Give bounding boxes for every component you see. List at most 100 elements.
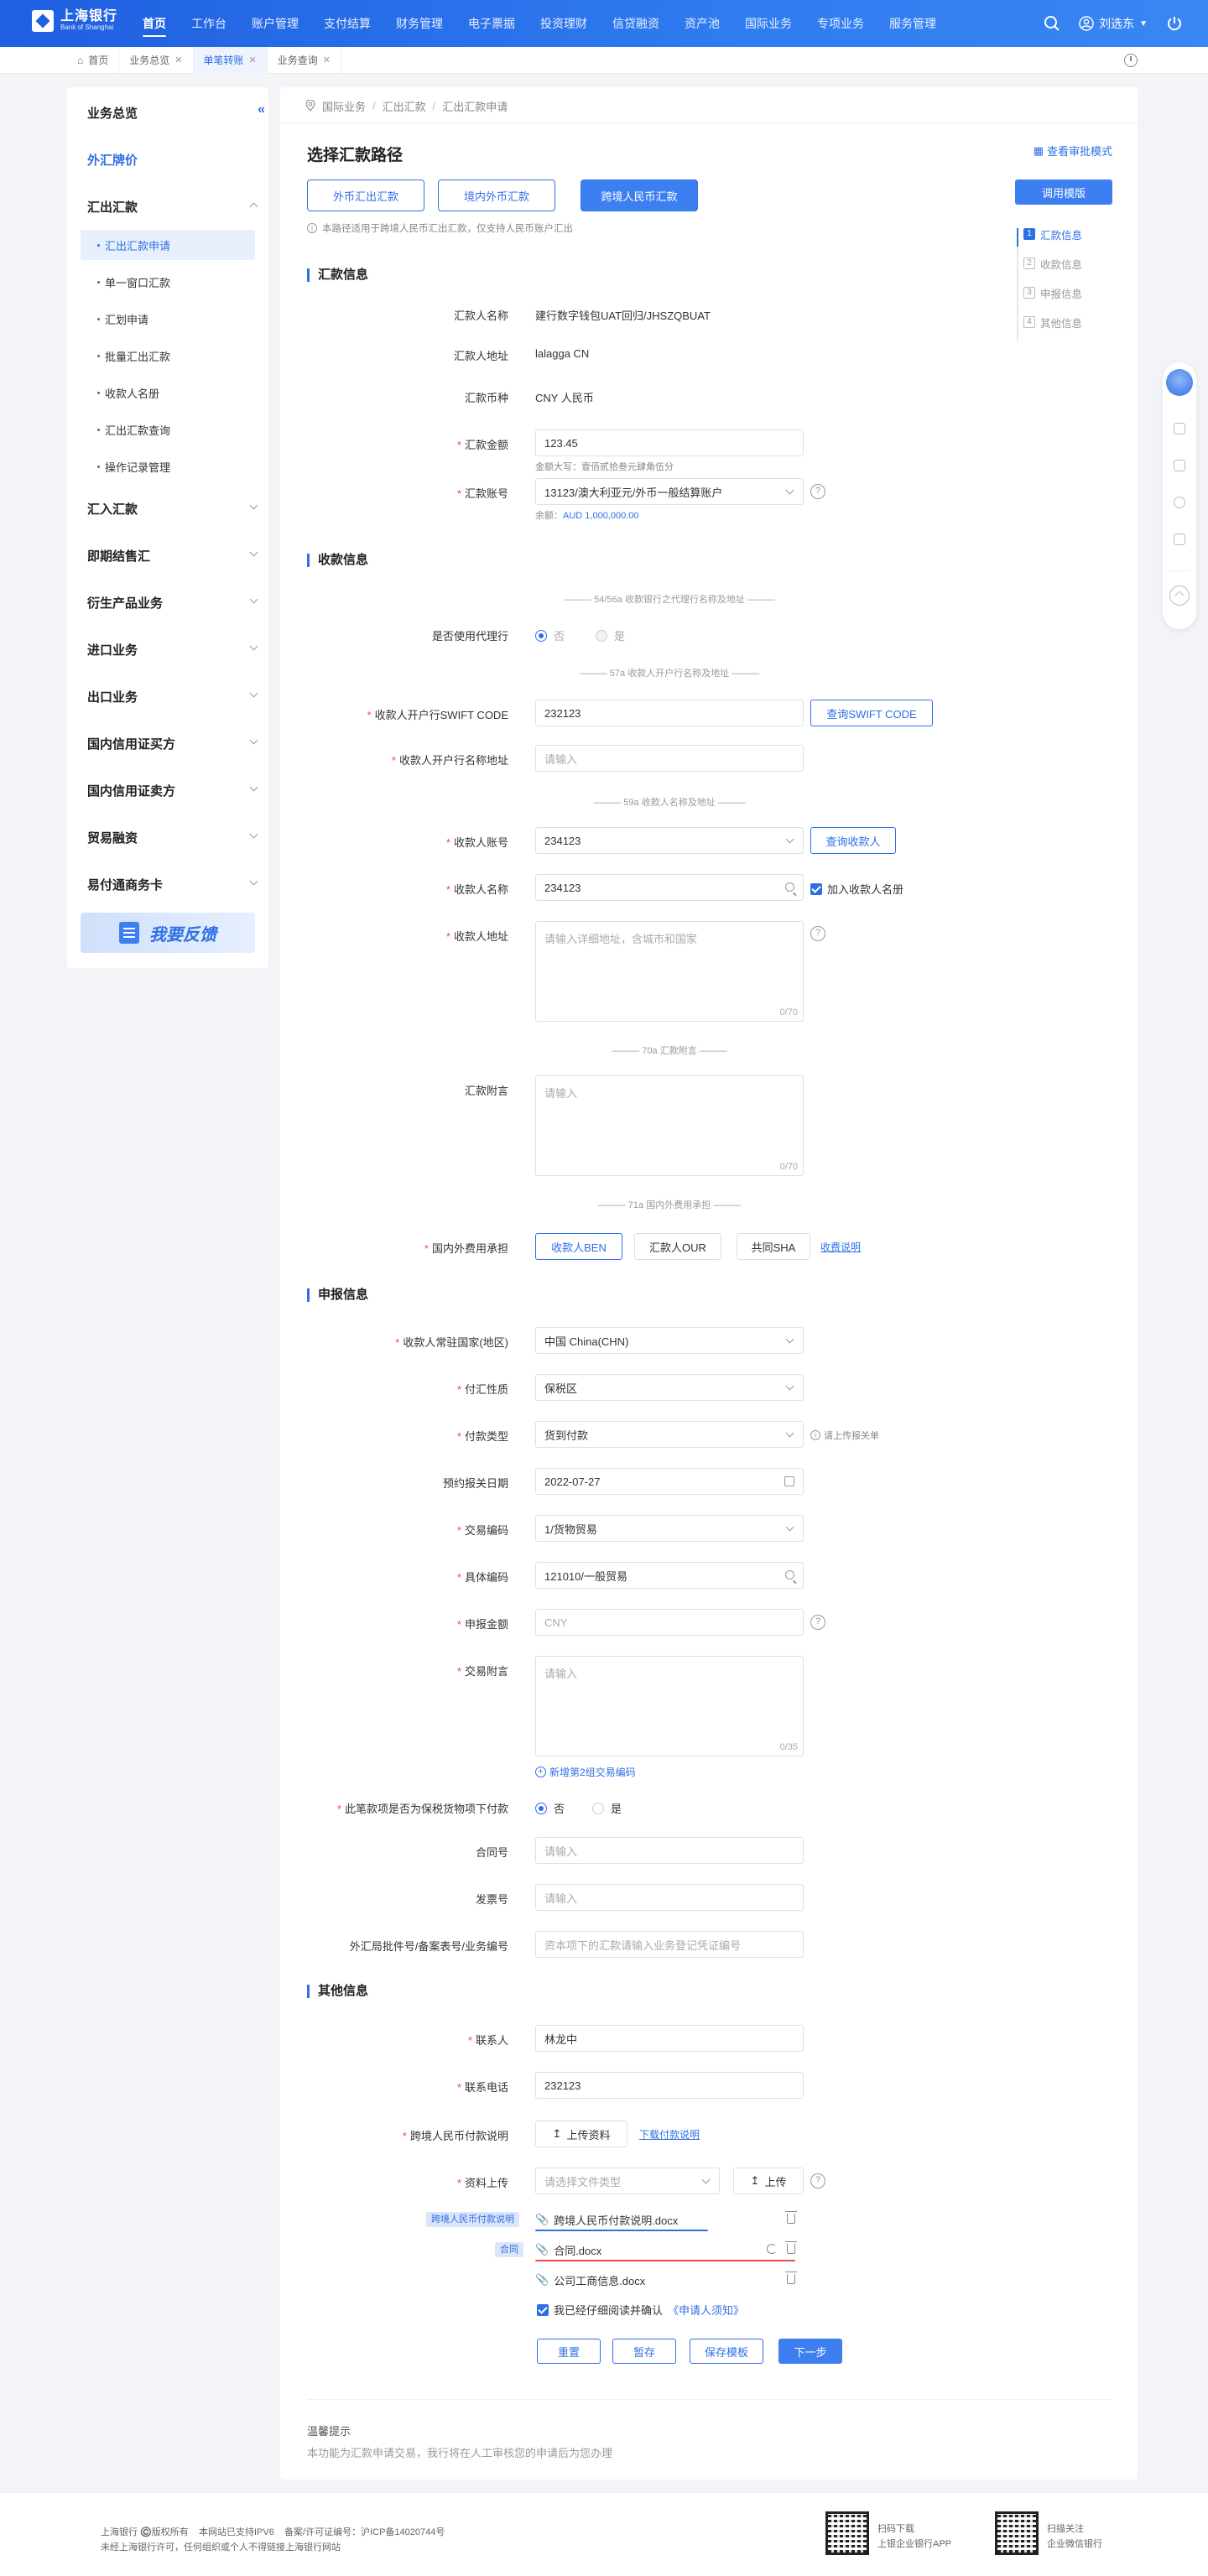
contract-no-input[interactable]: 请输入 <box>535 1837 804 1864</box>
applicant-notice-link[interactable]: 《申请人须知》 <box>668 2302 744 2318</box>
user-menu[interactable]: 刘选东 ▼ <box>1079 15 1148 32</box>
fee-option-sha[interactable]: 共同SHA <box>737 1233 810 1260</box>
tab-home[interactable]: ⌂ 首页 <box>67 47 120 74</box>
sidebar-sub-query[interactable]: 汇出汇款查询 <box>81 414 255 445</box>
view-audit-mode-link[interactable]: ▦ 查看审批模式 <box>1034 143 1112 159</box>
sidebar-item-overview[interactable]: 业务总览 <box>67 102 268 122</box>
close-icon[interactable]: ✕ <box>249 47 257 74</box>
tab-single-transfer[interactable]: 单笔转账 ✕ <box>193 47 268 74</box>
save-draft-button[interactable]: 暂存 <box>612 2339 676 2364</box>
menu-payment[interactable]: 支付结算 <box>324 0 371 47</box>
route-domestic-fx[interactable]: 境内外币汇款 <box>438 180 555 211</box>
remit-memo-textarea[interactable]: 请输入 0/70 <box>535 1075 804 1176</box>
delete-icon[interactable] <box>785 2211 797 2224</box>
search-icon[interactable] <box>1044 15 1060 32</box>
payee-country-select[interactable]: 中国 China(CHN) <box>535 1327 804 1354</box>
bank-logo[interactable]: 上海银行 Bank of Shanghai <box>32 10 117 32</box>
step-remit-info[interactable]: 1 汇款信息 <box>1023 225 1124 243</box>
sidebar-item-derivatives[interactable]: 衍生产品业务 <box>67 592 268 612</box>
specific-code-input[interactable]: 121010/一般贸易 <box>535 1562 804 1589</box>
uploaded-file[interactable]: 📎 公司工商信息.docx <box>535 2271 797 2289</box>
route-cross-border-rmb[interactable]: 跨境人民币汇款 <box>581 180 698 211</box>
sidebar-sub-payee-book[interactable]: 收款人名册 <box>81 377 255 408</box>
uploaded-file[interactable]: 📎 合同.docx <box>535 2240 797 2259</box>
menu-international[interactable]: 国际业务 <box>745 0 792 47</box>
agree-checkbox[interactable]: 我已经仔细阅读并确认 《申请人须知》 <box>537 2302 744 2318</box>
close-icon[interactable]: ✕ <box>323 47 331 74</box>
menu-invest[interactable]: 投资理财 <box>540 0 587 47</box>
payee-bank-name-input[interactable]: 请输入 <box>535 745 804 772</box>
sidebar-sub-oplog[interactable]: 操作记录管理 <box>81 451 255 481</box>
delete-icon[interactable] <box>785 2272 797 2284</box>
assistant-avatar-icon[interactable] <box>1166 369 1193 396</box>
sidebar-item-spot-fx[interactable]: 即期结售汇 <box>67 545 268 565</box>
menu-special[interactable]: 专项业务 <box>817 0 864 47</box>
chat-icon[interactable] <box>1174 533 1185 545</box>
feedback-button[interactable]: 我要反馈 <box>81 913 255 953</box>
sidebar-sub-batch[interactable]: 批量汇出汇款 <box>81 341 255 371</box>
step-report-info[interactable]: 3 申报信息 <box>1023 284 1124 302</box>
history-icon[interactable] <box>1124 54 1138 67</box>
breadcrumb-item[interactable]: 国际业务 <box>322 98 366 114</box>
menu-service[interactable]: 服务管理 <box>889 0 936 47</box>
menu-workbench[interactable]: 工作台 <box>191 0 226 47</box>
upload-material-button[interactable]: ↥ 上传资料 <box>535 2121 627 2147</box>
menu-finance[interactable]: 财务管理 <box>396 0 443 47</box>
sidebar-sub-transfer-apply[interactable]: 汇划申请 <box>81 304 255 334</box>
payee-account-select[interactable]: 234123 <box>535 827 804 854</box>
sidebar-sub-single-window[interactable]: 单一窗口汇款 <box>81 267 255 297</box>
payee-address-textarea[interactable]: 请输入详细地址，含城市和国家 0/70 <box>535 921 804 1022</box>
download-icon[interactable] <box>1174 423 1185 435</box>
add-to-payee-book-checkbox[interactable]: 加入收款人名册 <box>810 881 903 897</box>
payee-name-input[interactable]: 234123 <box>535 874 804 901</box>
search-icon[interactable] <box>785 882 794 892</box>
sidebar-item-inward[interactable]: 汇入汇款 <box>67 498 268 518</box>
query-swift-button[interactable]: 查询SWIFT CODE <box>810 700 933 726</box>
menu-asset-pool[interactable]: 资产池 <box>685 0 720 47</box>
query-payee-button[interactable]: 查询收款人 <box>810 827 896 854</box>
trade-code-select[interactable]: 1/货物贸易 <box>535 1515 804 1542</box>
pay-type-select[interactable]: 货到付款 <box>535 1421 804 1448</box>
next-step-button[interactable]: 下一步 <box>778 2339 842 2364</box>
message-icon[interactable] <box>1174 460 1185 471</box>
menu-credit[interactable]: 信贷融资 <box>612 0 659 47</box>
add-trade-code-link[interactable]: + 新增第2组交易编码 <box>535 1765 636 1779</box>
invoice-no-input[interactable]: 请输入 <box>535 1884 804 1911</box>
help-icon[interactable]: ? <box>810 1615 825 1630</box>
pay-nature-select[interactable]: 保税区 <box>535 1374 804 1401</box>
use-template-button[interactable]: 调用模版 <box>1015 180 1112 205</box>
help-icon[interactable]: ? <box>810 2173 825 2188</box>
search-icon[interactable] <box>785 1570 794 1579</box>
sidebar-item-lc-seller[interactable]: 国内信用证卖方 <box>67 780 268 800</box>
step-other-info[interactable]: 4 其他信息 <box>1023 313 1124 331</box>
back-to-top-icon[interactable] <box>1169 585 1190 606</box>
uploaded-file[interactable]: 📎 跨境人民币付款说明.docx <box>535 2210 797 2229</box>
sidebar-item-export[interactable]: 出口业务 <box>67 686 268 706</box>
sidebar-item-import[interactable]: 进口业务 <box>67 639 268 659</box>
route-fx-outward[interactable]: 外币汇出汇款 <box>307 180 424 211</box>
sidebar-item-card[interactable]: 易付通商务卡 <box>67 874 268 894</box>
headset-icon[interactable] <box>1174 497 1185 508</box>
fee-option-our[interactable]: 汇款人OUR <box>634 1233 721 1260</box>
reset-button[interactable]: 重置 <box>537 2339 601 2364</box>
remit-account-select[interactable]: 13123/澳大利亚元/外币一般结算账户 <box>535 478 804 505</box>
phone-input[interactable]: 232123 <box>535 2072 804 2099</box>
delete-icon[interactable] <box>785 2241 797 2254</box>
close-icon[interactable]: ✕ <box>174 47 182 74</box>
download-desc-link[interactable]: 下载付款说明 <box>639 2127 700 2141</box>
tab-overview[interactable]: 业务总览 ✕ <box>119 47 194 74</box>
sidebar-item-trade-finance[interactable]: 贸易融资 <box>67 827 268 847</box>
fee-explanation-link[interactable]: 收费说明 <box>820 1240 861 1254</box>
sidebar-item-fx-rate[interactable]: 外汇牌价 <box>67 149 268 169</box>
fee-option-ben[interactable]: 收款人BEN <box>535 1233 622 1260</box>
menu-ebill[interactable]: 电子票据 <box>468 0 515 47</box>
agent-radio-no[interactable]: 否 <box>535 627 565 643</box>
agent-radio-yes[interactable]: 是 <box>596 627 625 643</box>
breadcrumb-item[interactable]: 汇出汇款 <box>383 98 426 114</box>
menu-home[interactable]: 首页 <box>143 0 166 47</box>
swift-code-input[interactable]: 232123 <box>535 700 804 726</box>
menu-account[interactable]: 账户管理 <box>252 0 299 47</box>
calendar-icon[interactable] <box>784 1476 794 1486</box>
power-icon[interactable] <box>1166 15 1183 32</box>
amount-input[interactable]: 123.45 <box>535 429 804 456</box>
